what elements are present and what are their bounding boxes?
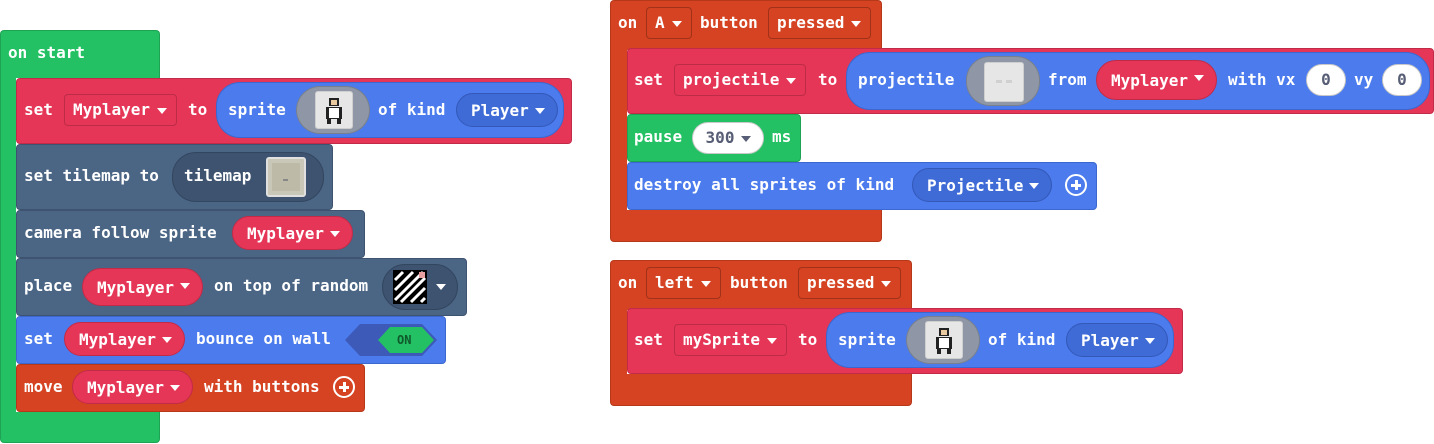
camera-sprite-dropdown[interactable]: Myplayer — [232, 216, 354, 250]
mysprite-of-kind-label: of kind — [988, 330, 1056, 349]
a-button-dropdown[interactable]: A — [646, 7, 692, 39]
vy-input[interactable]: 0 — [1382, 64, 1422, 96]
mysprite-variable-dropdown[interactable]: mySprite — [674, 324, 788, 356]
tile-dropdown-arrow-icon — [436, 284, 446, 290]
on-a-on-label: on — [618, 13, 638, 32]
tilemap-image-preview[interactable] — [266, 157, 306, 197]
left-button-dropdown[interactable]: left — [646, 267, 721, 299]
move-sprite-dropdown[interactable]: Myplayer — [72, 370, 194, 404]
on-a-arm — [610, 48, 627, 218]
place-label: place — [24, 276, 73, 295]
bounce-toggle-label: ON — [397, 333, 412, 347]
set-tilemap-label: set tilemap to — [24, 166, 159, 185]
on-start-footer — [0, 412, 160, 443]
set-projectile-to-label: to — [818, 70, 838, 89]
on-left-footer — [610, 374, 912, 406]
set-label: set — [24, 100, 53, 119]
with-vx-label: with vx — [1228, 70, 1296, 89]
projectile-label: projectile — [858, 70, 955, 89]
bounce-toggle[interactable] — [344, 323, 438, 357]
bounce-set-label: set — [24, 329, 53, 348]
projectile-image-preview — [984, 62, 1024, 102]
ms-label: ms — [772, 127, 792, 146]
projectile-image-icon — [996, 80, 1012, 83]
sprite-image-preview — [315, 91, 353, 129]
destroy-kind-dropdown[interactable]: Projectile — [912, 168, 1053, 202]
on-start-label: on start — [8, 43, 86, 62]
on-a-footer — [610, 210, 882, 242]
tile-pattern-icon — [393, 270, 427, 304]
projectile-image-picker[interactable] — [966, 56, 1040, 106]
move-label: move — [24, 377, 63, 396]
left-event-dropdown[interactable]: pressed — [798, 267, 902, 299]
a-event-dropdown[interactable]: pressed — [768, 7, 872, 39]
mysprite-image-picker[interactable] — [906, 316, 980, 364]
set-mysprite-set-label: set — [634, 330, 663, 349]
player-variable-dropdown[interactable]: Myplayer — [64, 94, 178, 126]
tilemap-icon — [272, 163, 300, 191]
sprite-label: sprite — [228, 100, 286, 119]
mysprite-kind-dropdown[interactable]: Player — [1066, 323, 1168, 357]
camera-follow-label: camera follow sprite — [24, 223, 217, 242]
destroy-expand-plus-icon[interactable] — [1065, 174, 1087, 196]
mysprite-player-icon — [936, 328, 952, 354]
tilemap-label: tilemap — [184, 166, 252, 185]
destroy-label: destroy all sprites of kind — [634, 175, 895, 194]
expand-plus-icon[interactable] — [333, 376, 355, 398]
vx-input[interactable]: 0 — [1306, 64, 1346, 96]
sprite-image-picker[interactable] — [296, 86, 370, 134]
from-label: from — [1048, 70, 1087, 89]
on-left-arm — [610, 308, 627, 378]
on-left-on-label: on — [618, 273, 638, 292]
mysprite-sprite-label: sprite — [838, 330, 896, 349]
player-sprite-icon — [326, 98, 342, 124]
on-start-arm — [0, 76, 16, 422]
with-buttons-label: with buttons — [204, 377, 320, 396]
of-kind-label: of kind — [378, 100, 446, 119]
projectile-source-dropdown[interactable]: Myplayer — [1096, 60, 1218, 100]
kind-dropdown[interactable]: Player — [456, 93, 558, 127]
set-projectile-set-label: set — [634, 70, 663, 89]
on-a-button-label: button — [700, 13, 758, 32]
on-left-button-label: button — [730, 273, 788, 292]
projectile-variable-dropdown[interactable]: projectile — [674, 64, 807, 96]
pause-duration-dropdown[interactable]: 300 — [692, 122, 764, 154]
pause-label: pause — [634, 127, 683, 146]
bounce-sprite-dropdown[interactable]: Myplayer — [64, 322, 186, 356]
tile-picker[interactable] — [382, 264, 458, 310]
mysprite-image-preview — [925, 321, 963, 359]
set-mysprite-to-label: to — [798, 330, 818, 349]
to-label: to — [188, 100, 208, 119]
vy-label: vy — [1354, 70, 1374, 89]
bounce-on-wall-label: bounce on wall — [196, 329, 331, 348]
on-top-of-random-label: on top of random — [214, 276, 369, 295]
place-sprite-dropdown[interactable]: Myplayer — [82, 268, 204, 306]
